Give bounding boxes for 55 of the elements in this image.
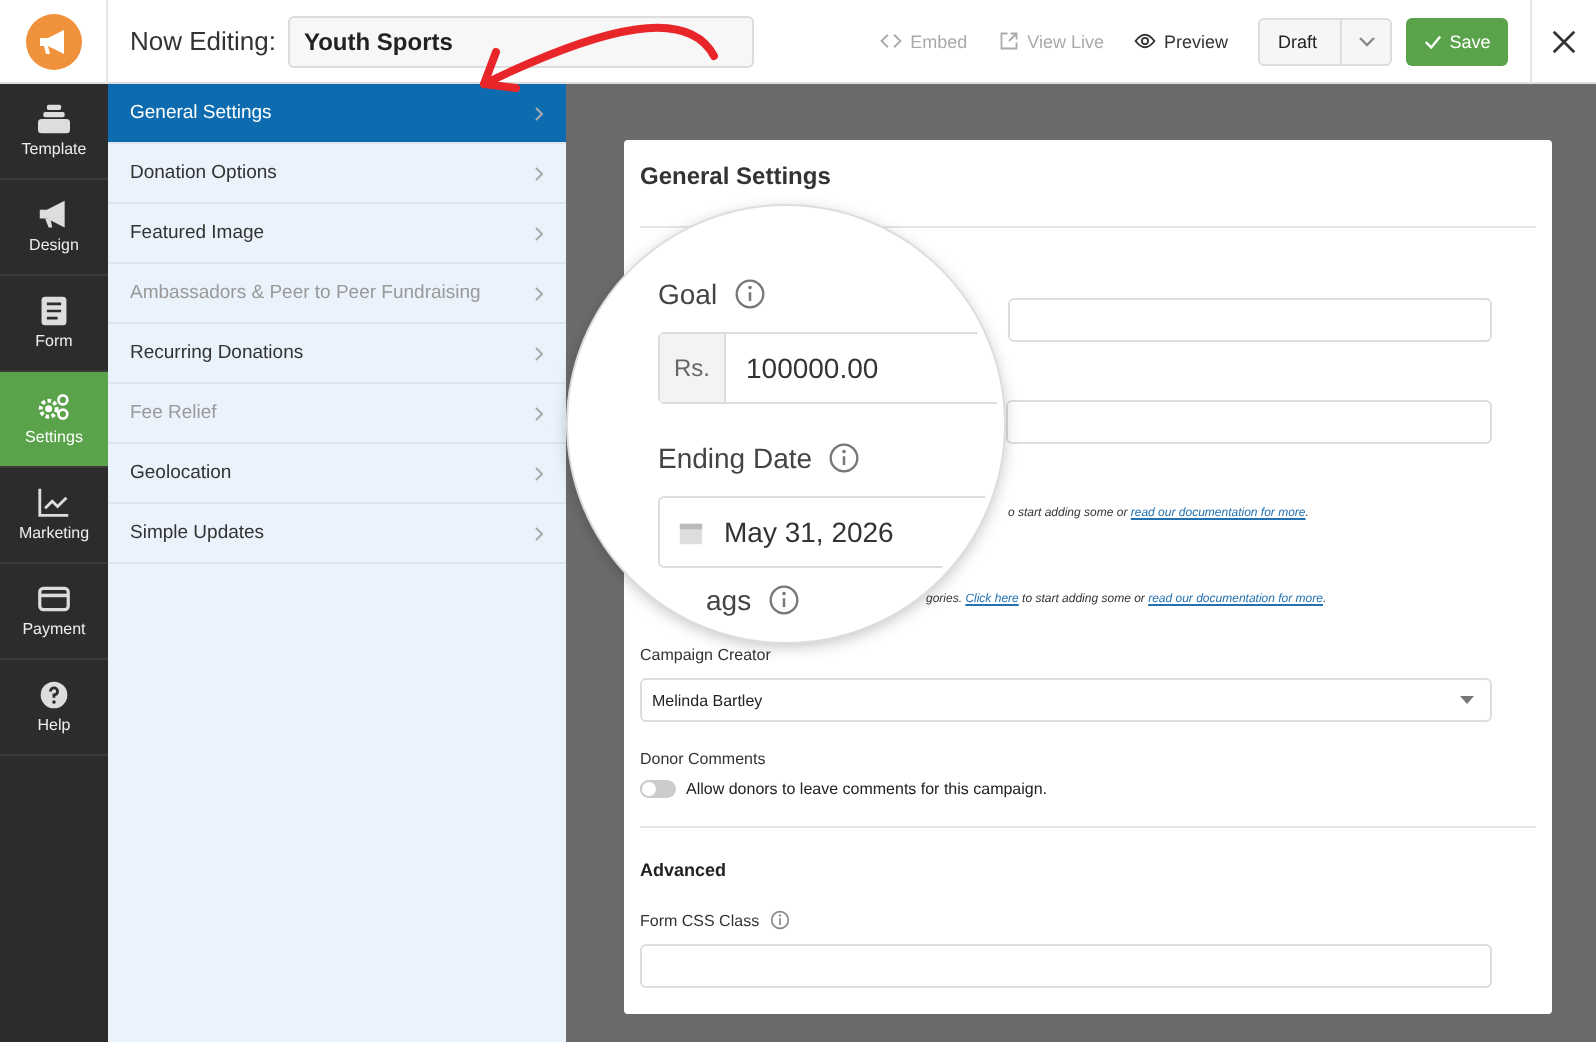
chart-icon [38,488,70,518]
status-dropdown[interactable]: Draft [1258,17,1392,65]
field-label: Campaign Creator [640,646,773,664]
chevron-right-icon [534,525,544,541]
info-icon [828,442,861,474]
tab-label: Form [35,332,73,350]
section-heading: Advanced [640,860,729,880]
now-editing-label: Now Editing: [130,26,276,56]
title-input[interactable]: Youth Sports [287,15,754,67]
megaphone-icon [38,200,70,230]
help-icon [38,680,70,710]
settings-icon [38,392,70,422]
tab-label: Design [29,236,79,254]
tab-label: Marketing [18,524,90,542]
field-label: ags [706,584,752,616]
info-icon [769,910,790,930]
document-icon [38,296,70,326]
field-label: Donor Comments [640,750,768,768]
toggle-switch[interactable] [640,780,676,798]
info-icon [733,278,766,310]
chevron-right-icon [534,405,544,421]
tab-label: Settings [25,428,83,446]
input-field[interactable] [1006,400,1492,444]
chevron-right-icon [534,285,544,301]
info-icon [767,584,800,616]
chevron-right-icon [534,105,544,121]
chevron-right-icon [534,225,544,241]
input-field[interactable] [640,944,1492,988]
stack-icon [38,104,70,134]
tab-label: Help [37,716,71,734]
preview-link[interactable]: Preview [1133,31,1228,51]
eye-icon [1133,32,1156,50]
toggle-label: Allow donors to leave comments for this campaign. [686,780,1048,798]
megaphone-logo-icon [25,13,81,69]
chevron-right-icon [534,165,544,181]
field-label: Goal [658,278,718,310]
chevron-right-icon [534,345,544,361]
card-title: General Settings [640,160,833,194]
settings-menu-item[interactable]: General Settings [108,84,566,144]
dropdown-arrow-icon [1460,696,1474,704]
creator-select[interactable]: Melinda Bartley [640,678,1492,722]
input-field[interactable] [1008,298,1492,342]
code-icon [880,32,903,50]
chevron-down-icon [1357,35,1375,47]
calendar-icon [678,519,704,545]
chevron-right-icon [534,465,544,481]
tab-label: Payment [22,620,86,638]
field-label: Form CSS Class [640,911,760,929]
field-label: Ending Date [658,442,813,474]
goal-input[interactable]: Rs. 100000.00 [658,332,998,404]
card-icon [38,584,70,614]
tab-label: Template [21,140,87,158]
external-link-icon [997,32,1020,50]
close-icon[interactable] [1552,29,1576,53]
checkmark-icon [1423,33,1442,49]
